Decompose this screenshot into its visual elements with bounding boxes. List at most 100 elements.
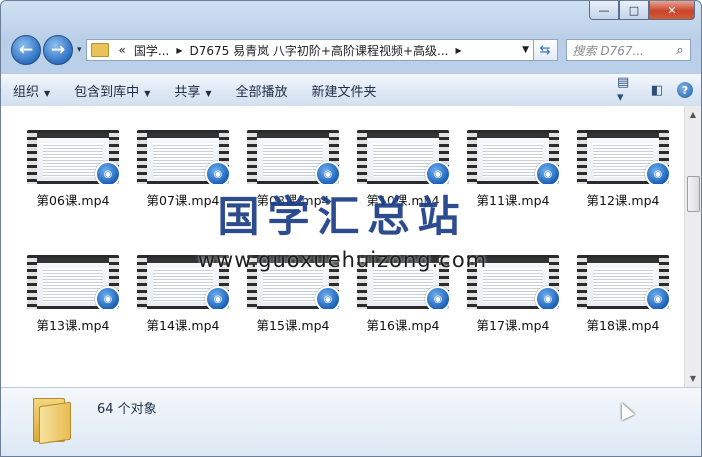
dropdown-arrow-icon: ▼ <box>205 88 212 98</box>
video-file-item[interactable]: ◉ 第14课.mp4 <box>128 255 238 334</box>
details-pane: 64 个对象 <box>1 387 701 456</box>
film-strip-icon <box>137 255 147 309</box>
film-strip-icon <box>247 255 257 309</box>
search-box[interactable]: 搜索 D767... ⌕ <box>565 39 691 61</box>
video-file-item[interactable]: ◉ 第15课.mp4 <box>238 255 348 334</box>
video-file-item[interactable]: ◉ 第07课.mp4 <box>128 130 238 209</box>
file-name: 第15课.mp4 <box>256 318 330 333</box>
video-file-item[interactable]: ◉ 第12课.mp4 <box>568 130 678 209</box>
folder-icon <box>31 394 71 445</box>
view-options-icon[interactable]: ▤ ▾ <box>617 75 637 105</box>
video-thumbnail: ◉ <box>137 255 229 309</box>
breadcrumb-item[interactable]: D7675 易青岚 八字初阶+高阶课程视频+高级... <box>189 42 448 59</box>
media-player-icon: ◉ <box>535 161 559 184</box>
video-thumbnail: ◉ <box>357 255 449 309</box>
refresh-icon: ⇆ <box>539 42 551 58</box>
video-file-item[interactable]: ◉ 第06课.mp4 <box>18 130 128 209</box>
mouse-cursor-icon <box>615 399 635 421</box>
forward-arrow-icon: → <box>50 40 66 60</box>
file-name: 第14课.mp4 <box>146 318 220 333</box>
address-dropdown-icon[interactable]: ▼ <box>519 45 533 55</box>
search-placeholder: 搜索 D767... <box>572 43 644 58</box>
video-thumbnail: ◉ <box>247 130 339 184</box>
organize-label: 组织 <box>13 84 40 100</box>
help-icon[interactable]: ? <box>677 82 693 98</box>
breadcrumb-separator-icon[interactable]: ▶ <box>176 46 182 55</box>
address-overflow[interactable]: « <box>119 43 126 57</box>
scroll-thumb[interactable] <box>687 176 700 212</box>
scroll-up-icon[interactable]: ▲ <box>685 106 701 123</box>
refresh-button[interactable]: ⇆ <box>533 39 558 61</box>
item-count: 64 个对象 <box>97 402 157 417</box>
film-strip-icon <box>357 255 367 309</box>
film-strip-icon <box>577 255 587 309</box>
video-file-item[interactable]: ◉ 第16课.mp4 <box>348 255 458 334</box>
video-thumbnail: ◉ <box>27 255 119 309</box>
file-grid: ◉ 第06课.mp4 ◉ 第07课.mp4 ◉ 第08课.mp4 ◉ 第10课.mp4 ◉ 第11… <box>18 130 678 334</box>
film-strip-icon <box>27 130 37 184</box>
video-file-item[interactable]: ◉ 第13课.mp4 <box>18 255 128 334</box>
breadcrumb-item[interactable]: 国学... <box>134 42 169 59</box>
address-bar[interactable]: « 国学... ▶ D7675 易青岚 八字初阶+高阶课程视频+高级... ▶ … <box>85 39 534 61</box>
file-name: 第17课.mp4 <box>476 318 550 333</box>
video-thumbnail: ◉ <box>467 130 559 184</box>
film-strip-icon <box>357 130 367 184</box>
command-bar: 组织 ▼ 包含到库中 ▼ 共享 ▼ 全部播放 新建文件夹 ▤ ▾ ◧ ? <box>1 73 701 107</box>
file-name: 第06课.mp4 <box>36 193 110 208</box>
dropdown-arrow-icon: ▼ <box>144 88 151 98</box>
video-file-item[interactable]: ◉ 第10课.mp4 <box>348 130 458 209</box>
close-button[interactable]: ✕ <box>649 1 695 20</box>
film-strip-icon <box>467 130 477 184</box>
file-name: 第13课.mp4 <box>36 318 110 333</box>
back-arrow-icon: ← <box>18 40 34 60</box>
search-icon[interactable]: ⌕ <box>670 43 690 58</box>
folder-icon <box>90 43 109 57</box>
media-player-icon: ◉ <box>315 286 339 309</box>
share-menu[interactable]: 共享 ▼ <box>162 81 223 100</box>
film-strip-icon <box>577 130 587 184</box>
video-file-item[interactable]: ◉ 第18课.mp4 <box>568 255 678 334</box>
include-in-library-label: 包含到库中 <box>74 84 140 100</box>
video-thumbnail: ◉ <box>577 255 669 309</box>
film-strip-icon <box>467 255 477 309</box>
toolbar-right-group: ▤ ▾ ◧ ? <box>617 75 701 105</box>
video-thumbnail: ◉ <box>357 130 449 184</box>
media-player-icon: ◉ <box>645 161 669 184</box>
minimize-button[interactable]: — <box>589 1 619 20</box>
file-name: 第16课.mp4 <box>366 318 440 333</box>
media-player-icon: ◉ <box>425 161 449 184</box>
film-strip-icon <box>27 255 37 309</box>
dropdown-arrow-icon: ▼ <box>44 88 51 98</box>
video-file-item[interactable]: ◉ 第17课.mp4 <box>458 255 568 334</box>
media-player-icon: ◉ <box>425 286 449 309</box>
breadcrumb-separator-icon[interactable]: ▶ <box>455 46 461 55</box>
include-in-library-menu[interactable]: 包含到库中 ▼ <box>62 81 162 100</box>
video-thumbnail: ◉ <box>137 130 229 184</box>
media-player-icon: ◉ <box>205 286 229 309</box>
forward-button[interactable]: → <box>43 35 73 65</box>
back-button[interactable]: ← <box>11 35 41 65</box>
file-name: 第07课.mp4 <box>146 193 220 208</box>
organize-menu[interactable]: 组织 ▼ <box>1 81 62 100</box>
video-thumbnail: ◉ <box>467 255 559 309</box>
preview-pane-icon[interactable]: ◧ <box>647 82 667 98</box>
scroll-down-icon[interactable]: ▼ <box>685 370 701 387</box>
video-file-item[interactable]: ◉ 第08课.mp4 <box>238 130 348 209</box>
play-all-button[interactable]: 全部播放 <box>224 81 300 100</box>
film-strip-icon <box>247 130 257 184</box>
media-player-icon: ◉ <box>205 161 229 184</box>
film-strip-icon <box>137 130 147 184</box>
media-player-icon: ◉ <box>95 161 119 184</box>
video-thumbnail: ◉ <box>247 255 339 309</box>
navigation-bar: ← → ▾ « 国学... ▶ D7675 易青岚 八字初阶+高阶课程视频+高级… <box>11 34 691 66</box>
vertical-scrollbar[interactable]: ▲ ▼ <box>684 106 701 387</box>
maximize-button[interactable]: □ <box>619 1 649 20</box>
media-player-icon: ◉ <box>645 286 669 309</box>
file-name: 第12课.mp4 <box>586 193 660 208</box>
file-list[interactable]: ◉ 第06课.mp4 ◉ 第07课.mp4 ◉ 第08课.mp4 ◉ 第10课.mp4 ◉ 第11… <box>1 106 684 387</box>
new-folder-button[interactable]: 新建文件夹 <box>300 81 389 100</box>
video-thumbnail: ◉ <box>577 130 669 184</box>
media-player-icon: ◉ <box>535 286 559 309</box>
history-dropdown[interactable]: ▾ <box>77 45 82 55</box>
video-file-item[interactable]: ◉ 第11课.mp4 <box>458 130 568 209</box>
